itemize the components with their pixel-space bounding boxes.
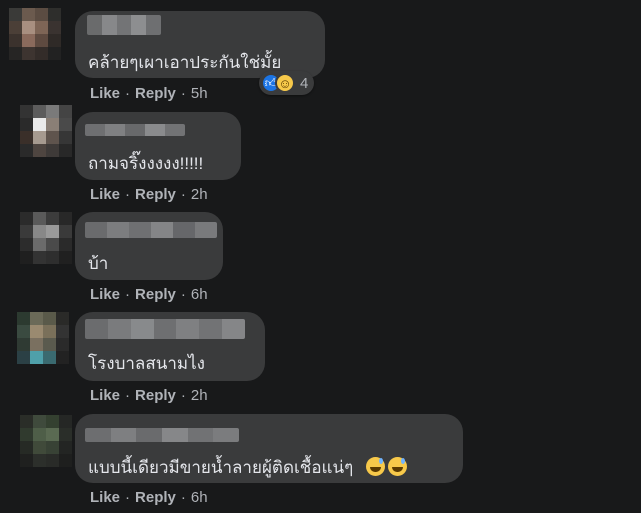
comment-actions: Like · Reply · 6h [90, 489, 208, 506]
avatar[interactable] [20, 212, 72, 264]
author-name[interactable] [87, 15, 161, 35]
sweat-smile-emoji [366, 457, 385, 476]
separator: · [125, 85, 131, 102]
comment-text: โรงบาลสนามไง [88, 354, 205, 373]
timestamp[interactable]: 2h [191, 387, 208, 404]
timestamp[interactable]: 6h [191, 286, 208, 303]
comment-bubble: บ้า [75, 212, 223, 280]
comment-5: แบบนี้เดียวมีขายน้ำลายผู้ติดเชื้อแน่ๆ Li… [0, 407, 641, 513]
author-name[interactable] [85, 222, 217, 238]
comment-2: ถามจริ๊งงงงง!!!!! Like · Reply · 2h [0, 105, 641, 205]
reply-button[interactable]: Reply [135, 85, 176, 102]
reply-button[interactable]: Reply [135, 387, 176, 404]
separator: · [180, 286, 186, 303]
avatar[interactable] [20, 415, 72, 467]
separator: · [180, 186, 186, 203]
like-button[interactable]: Like [90, 286, 120, 303]
like-button[interactable]: Like [90, 186, 120, 203]
like-button[interactable]: Like [90, 489, 120, 506]
haha-icon: ☺︎ [275, 73, 295, 93]
separator: · [180, 85, 186, 102]
author-name[interactable] [85, 124, 185, 136]
separator: · [180, 387, 186, 404]
comment-text-body: แบบนี้เดียวมีขายน้ำลายผู้ติดเชื้อแน่ๆ [88, 458, 354, 477]
comment-bubble: คล้ายๆเผาเอาประกันใช่มั้ย [75, 11, 325, 78]
author-name[interactable] [85, 319, 245, 339]
separator: · [125, 186, 131, 203]
separator: · [125, 489, 131, 506]
separator: · [180, 489, 186, 506]
comment-text: คล้ายๆเผาเอาประกันใช่มั้ย [88, 53, 282, 72]
comment-text: ถามจริ๊งงงงง!!!!! [88, 154, 204, 173]
comment-bubble: ถามจริ๊งงงงง!!!!! [75, 112, 241, 180]
comment-text: บ้า [88, 254, 109, 273]
like-button[interactable]: Like [90, 387, 120, 404]
avatar[interactable] [20, 105, 72, 157]
comment-actions: Like · Reply · 5h [90, 85, 208, 102]
comment-bubble: แบบนี้เดียวมีขายน้ำลายผู้ติดเชื้อแน่ๆ [75, 414, 463, 483]
comment-4: โรงบาลสนามไง Like · Reply · 2h [0, 305, 641, 407]
comment-bubble: โรงบาลสนามไง [75, 312, 265, 381]
reply-button[interactable]: Reply [135, 286, 176, 303]
reply-button[interactable]: Reply [135, 186, 176, 203]
comment-actions: Like · Reply · 2h [90, 186, 208, 203]
reaction-count: 4 [300, 74, 309, 92]
comment-text: แบบนี้เดียวมีขายน้ำลายผู้ติดเชื้อแน่ๆ [88, 454, 407, 481]
separator: · [125, 286, 131, 303]
comment-1: คล้ายๆเผาเอาประกันใช่มั้ย 👍︎ ☺︎ 4 Like ·… [0, 0, 641, 105]
sweat-smile-emoji [388, 457, 407, 476]
author-name[interactable] [85, 428, 239, 442]
timestamp[interactable]: 2h [191, 186, 208, 203]
comment-actions: Like · Reply · 6h [90, 286, 208, 303]
reactions-summary[interactable]: 👍︎ ☺︎ 4 [259, 71, 315, 95]
comment-actions: Like · Reply · 2h [90, 387, 208, 404]
avatar[interactable] [17, 312, 69, 364]
separator: · [125, 387, 131, 404]
timestamp[interactable]: 5h [191, 85, 208, 102]
avatar[interactable] [9, 8, 61, 60]
comment-3: บ้า Like · Reply · 6h [0, 205, 641, 305]
reply-button[interactable]: Reply [135, 489, 176, 506]
timestamp[interactable]: 6h [191, 489, 208, 506]
like-button[interactable]: Like [90, 85, 120, 102]
